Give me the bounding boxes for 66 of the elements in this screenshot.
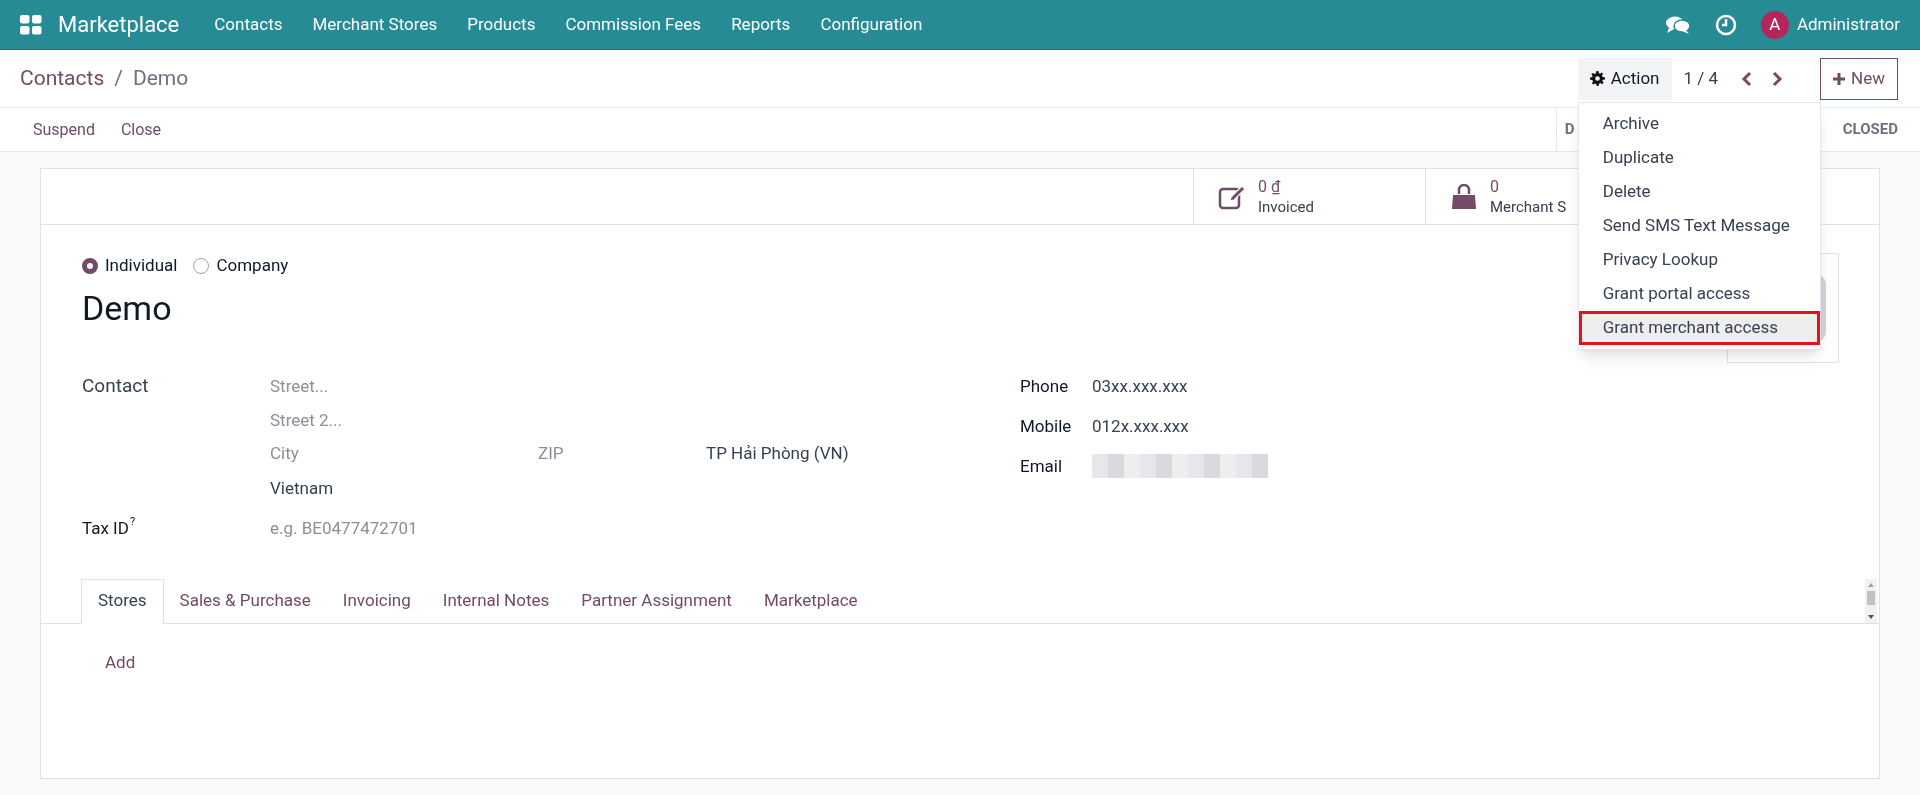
user-name[interactable]: Administrator <box>1796 11 1900 38</box>
pager-value: 1 / 4 <box>1683 66 1719 90</box>
nav-menu-item[interactable]: Contacts <box>199 11 298 38</box>
form-tab[interactable]: Marketplace <box>747 578 874 624</box>
street-field[interactable]: Street... <box>270 368 870 403</box>
status-stage[interactable]: D <box>1564 118 1575 141</box>
radio-label[interactable]: Individual <box>105 253 178 279</box>
shopping-bag-icon <box>1450 183 1478 210</box>
breadcrumb-separator: / <box>114 64 123 92</box>
nav-menu-item[interactable]: Reports <box>716 11 806 38</box>
tax-id-field[interactable]: e.g. BE0477472701 <box>270 510 870 545</box>
menu-item[interactable]: Grant merchant access <box>1578 310 1820 345</box>
country-field[interactable]: Vietnam <box>270 470 982 505</box>
field-value[interactable]: 03xx.xxx.xxx <box>1092 368 1268 403</box>
menu-item[interactable]: Delete <box>1578 174 1820 209</box>
state-field[interactable]: TP Hải Phòng (VN) <box>706 440 849 467</box>
street2-field[interactable]: Street 2... <box>270 402 870 437</box>
city-field[interactable]: City <box>270 440 538 467</box>
form-tab[interactable]: Partner Assignment <box>565 578 748 624</box>
action-button[interactable]: Action <box>1577 57 1672 100</box>
menu-item[interactable]: Grant portal access <box>1578 276 1820 311</box>
radio-button[interactable] <box>82 257 98 274</box>
contact-name: Demo <box>82 286 172 330</box>
field-label: Tax ID <box>82 516 129 540</box>
field-value[interactable]: 012x.xxx.xxx <box>1092 408 1268 443</box>
smart-button-label: Merchant S <box>1490 196 1567 217</box>
next-icon[interactable] <box>1770 70 1785 87</box>
radio-label[interactable]: Company <box>216 253 289 279</box>
app-title[interactable]: Marketplace <box>58 8 180 41</box>
plus-icon <box>1833 72 1846 85</box>
smart-button-label: Invoiced <box>1258 196 1314 217</box>
clock-icon[interactable] <box>1714 13 1737 36</box>
status-action-button[interactable]: Suspend <box>20 117 108 142</box>
field-label: Contact <box>82 372 150 399</box>
smart-button-value: 0 ₫ <box>1258 176 1282 197</box>
smart-button[interactable]: 0 ₫ Invoiced <box>1218 176 1314 217</box>
menu-item[interactable]: Privacy Lookup <box>1578 242 1820 277</box>
smart-button-value: 0 <box>1490 176 1500 197</box>
menu-item[interactable]: Archive <box>1578 106 1820 141</box>
form-tab[interactable]: Internal Notes <box>426 578 566 624</box>
form-tab[interactable]: Invoicing <box>326 578 427 624</box>
gear-icon <box>1589 71 1605 86</box>
user-avatar[interactable]: A <box>1760 10 1789 39</box>
status-action-button[interactable]: Close <box>107 117 175 142</box>
help-tooltip-mark[interactable]: ? <box>129 510 136 533</box>
nav-menu-item[interactable]: Commission Fees <box>550 11 717 38</box>
smart-button[interactable]: 0 Merchant S <box>1450 176 1567 217</box>
form-tab[interactable]: Stores <box>81 578 164 624</box>
status-stage[interactable]: CLOSED <box>1842 118 1898 141</box>
apps-menu-icon[interactable] <box>20 14 42 35</box>
breadcrumb-current: Demo <box>132 64 189 92</box>
menu-item[interactable]: Send SMS Text Message <box>1578 208 1820 243</box>
add-line-link[interactable]: Add <box>105 651 136 672</box>
nav-menu-item[interactable]: Products <box>452 11 551 38</box>
nav-menu-item[interactable]: Merchant Stores <box>297 11 453 38</box>
field-label: Mobile <box>1020 414 1073 438</box>
field-label: Phone <box>1020 374 1070 398</box>
breadcrumb-link[interactable]: Contacts <box>20 62 105 95</box>
nav-menu-item[interactable]: Configuration <box>805 11 938 38</box>
new-button[interactable]: New <box>1820 57 1898 100</box>
zip-field[interactable]: ZIP <box>538 440 706 467</box>
chat-icon[interactable] <box>1664 14 1691 35</box>
field-label: Email <box>1020 454 1064 478</box>
menu-item[interactable]: Duplicate <box>1578 140 1820 175</box>
scrollbar <box>1865 578 1877 623</box>
form-tab[interactable]: Sales & Purchase <box>163 578 327 624</box>
